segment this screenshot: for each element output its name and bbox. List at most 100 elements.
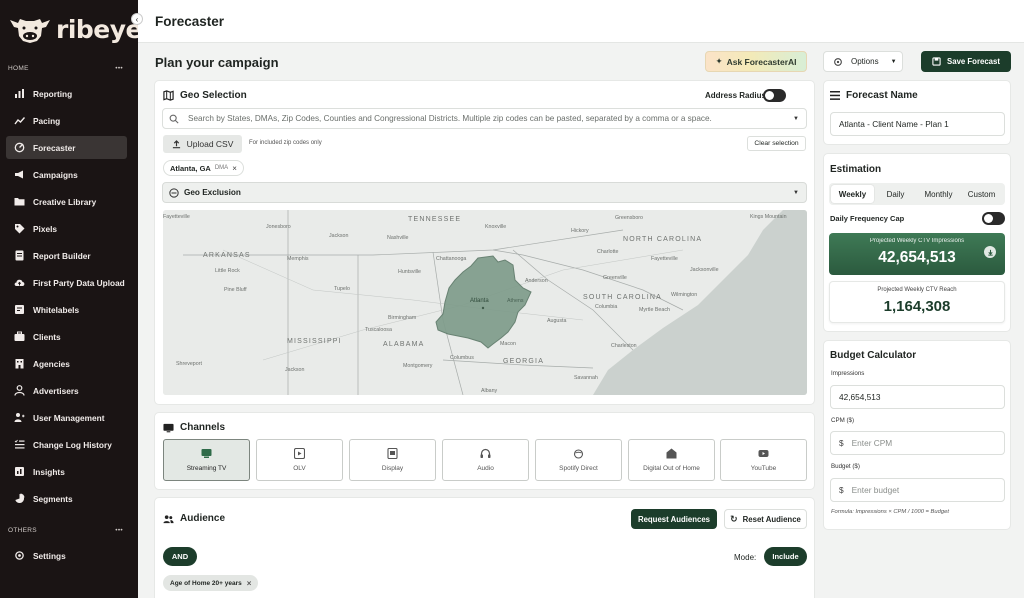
geo-search-placeholder: Search by States, DMAs, Zip Codes, Count… <box>188 114 712 123</box>
gear-icon <box>834 57 842 66</box>
sidebar-item-campaigns[interactable]: Campaigns <box>6 163 127 186</box>
sidebar-item-pixels[interactable]: Pixels <box>6 217 127 240</box>
sidebar-item-first-party-data-upload[interactable]: First Party Data Upload <box>6 271 127 294</box>
map-city-label: Montgomery <box>403 363 433 369</box>
report-builder-icon <box>14 250 25 261</box>
more-icon[interactable]: ••• <box>115 65 123 72</box>
impressions-input[interactable]: 42,654,513 <box>830 385 1005 409</box>
top-bar: Forecaster <box>138 0 1024 43</box>
audience-header: Audience <box>163 513 225 524</box>
geo-search-input[interactable]: Search by States, DMAs, Zip Codes, Count… <box>162 108 807 129</box>
reset-audience-button[interactable]: ↻ Reset Audience <box>724 509 807 529</box>
address-radius-toggle[interactable] <box>763 89 786 102</box>
geo-map[interactable]: TENNESSEE ARKANSAS MISSISSIPPI ALABAMA GEORG… <box>163 210 807 395</box>
sidebar-item-label: Clients <box>33 331 61 342</box>
channel-digital-out-of-home[interactable]: Digital Out of Home <box>628 439 715 481</box>
sidebar-item-pacing[interactable]: Pacing <box>6 109 127 132</box>
sidebar-item-label: Creative Library <box>33 196 97 207</box>
tab-custom[interactable]: Custom <box>960 185 1003 203</box>
sidebar-item-whitelabels[interactable]: Whitelabels <box>6 298 127 321</box>
selected-geo-type: DMA <box>214 165 229 171</box>
close-icon[interactable]: × <box>247 579 252 588</box>
channel-olv[interactable]: OLV <box>256 439 343 481</box>
sidebar-item-creative-library[interactable]: Creative Library <box>6 190 127 213</box>
sidebar-item-change-log-history[interactable]: Change Log History <box>6 433 127 456</box>
sidebar-item-clients[interactable]: Clients <box>6 325 127 348</box>
sidebar-item-agencies[interactable]: Agencies <box>6 352 127 375</box>
sidebar-item-reporting[interactable]: Reporting <box>6 82 127 105</box>
channel-display[interactable]: Display <box>349 439 436 481</box>
sidebar-item-label: Settings <box>33 550 66 561</box>
others-section-header: OTHERS ••• <box>8 527 123 534</box>
channel-streaming-tv[interactable]: Streaming TV <box>163 439 250 481</box>
brand-logo[interactable]: ribeye <box>8 12 143 46</box>
map-state-label: TENNESSEE <box>408 216 462 223</box>
upload-csv-button[interactable]: Upload CSV <box>163 135 242 153</box>
map-city-label: Charlotte <box>597 249 619 255</box>
impressions-label: Projected Weekly CTV Impressions <box>869 238 965 244</box>
mode-include-toggle[interactable]: Include <box>764 547 807 566</box>
sidebar-item-label: Whitelabels <box>33 304 80 315</box>
logic-and-toggle[interactable]: AND <box>163 547 197 566</box>
download-icon[interactable] <box>984 246 996 258</box>
map-city-label: Tupelo <box>334 286 350 292</box>
person-icon <box>14 385 25 396</box>
sidebar-item-user-management[interactable]: User Management <box>6 406 127 429</box>
channel-spotify-direct[interactable]: Spotify Direct <box>535 439 622 481</box>
close-icon[interactable]: × <box>232 164 237 173</box>
map-city-label: Nashville <box>387 235 409 241</box>
ask-forecasterai-button[interactable]: ✦ Ask ForecasterAI <box>705 51 807 72</box>
sidebar-item-report-builder[interactable]: Report Builder <box>6 244 127 267</box>
map-state-label: NORTH CAROLINA <box>623 236 703 243</box>
cpm-input[interactable]: $ Enter CPM <box>830 431 1005 455</box>
options-dropdown[interactable]: Options ▼ <box>823 51 903 72</box>
options-label: Options <box>851 57 879 66</box>
clear-selection-button[interactable]: Clear selection <box>747 136 806 151</box>
monitor-icon <box>163 423 174 432</box>
address-radius-label: Address Radius <box>705 91 766 100</box>
channel-audio[interactable]: Audio <box>442 439 529 481</box>
save-forecast-button[interactable]: Save Forecast <box>921 51 1011 72</box>
sidebar-item-forecaster[interactable]: Forecaster <box>6 136 127 159</box>
forecast-name-input[interactable]: Atlanta - Client Name - Plan 1 <box>830 112 1005 136</box>
selected-geo-chip: Atlanta, GA DMA × <box>163 160 244 176</box>
headphones-icon <box>480 448 491 458</box>
reset-audience-label: Reset Audience <box>742 514 801 524</box>
megaphone-icon <box>14 169 25 180</box>
sidebar-item-label: Forecaster <box>33 142 76 153</box>
channel-label: OLV <box>293 465 306 472</box>
map-city-label: Savannah <box>574 375 598 381</box>
selected-geo-name: Atlanta, GA <box>170 163 211 173</box>
geo-exclusion-dropdown[interactable]: Geo Exclusion ▼ <box>162 182 807 203</box>
tab-daily[interactable]: Daily <box>874 185 917 203</box>
upload-csv-label: Upload CSV <box>186 139 234 149</box>
estimation-title: Estimation <box>830 164 882 175</box>
list-icon <box>830 91 840 100</box>
people-icon <box>163 514 174 523</box>
sidebar-item-segments[interactable]: Segments <box>6 487 127 510</box>
more-icon[interactable]: ••• <box>115 527 123 534</box>
collapse-sidebar-button[interactable]: ‹ <box>131 13 143 25</box>
map-city-label: Wilmington <box>671 292 698 298</box>
whitelabel-icon <box>14 304 25 315</box>
user-management-icon <box>14 412 25 423</box>
reporting-icon <box>14 88 25 99</box>
daily-frequency-cap-toggle[interactable] <box>982 212 1005 225</box>
sidebar-item-settings[interactable]: Settings <box>6 544 127 567</box>
refresh-icon: ↻ <box>730 513 738 524</box>
estimation-header: Estimation <box>830 164 881 175</box>
budget-input[interactable]: $ Enter budget <box>830 478 1005 502</box>
sidebar-item-label: Pacing <box>33 115 61 126</box>
sidebar-item-insights[interactable]: Insights <box>6 460 127 483</box>
tab-weekly[interactable]: Weekly <box>831 185 874 203</box>
tab-monthly[interactable]: Monthly <box>917 185 960 203</box>
channel-label: Streaming TV <box>186 465 227 472</box>
channel-youtube[interactable]: YouTube <box>720 439 807 481</box>
cloud-upload-icon <box>14 277 25 288</box>
cpm-field-label: CPM ($) <box>831 417 855 424</box>
chevron-down-icon: ▼ <box>890 58 897 65</box>
ask-button-label: Ask ForecasterAI <box>726 56 797 67</box>
sidebar-item-advertisers[interactable]: Advertisers <box>6 379 127 402</box>
impressions-field-label: Impressions <box>831 370 865 377</box>
request-audiences-button[interactable]: Request Audiences <box>631 509 717 529</box>
